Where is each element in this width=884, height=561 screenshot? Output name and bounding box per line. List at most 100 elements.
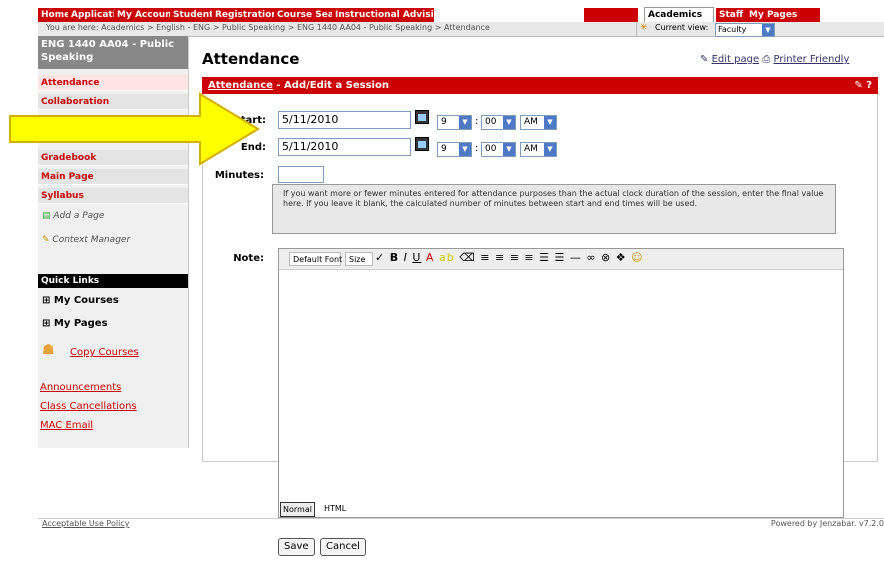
- normal-mode-tab[interactable]: Normal: [280, 502, 315, 517]
- horizontal-rule-icon[interactable]: —: [570, 251, 582, 264]
- course-title: ENG 1440 AA04 - Public Speaking: [38, 36, 188, 69]
- minutes-input[interactable]: [278, 166, 324, 183]
- copy-courses-link[interactable]: Copy Courses: [70, 347, 139, 358]
- ordered-list-icon[interactable]: ☰: [539, 251, 550, 264]
- align-center-icon[interactable]: ≡: [495, 251, 505, 264]
- tab-student[interactable]: Student: [170, 8, 214, 22]
- context-manager-label: Context Manager: [52, 235, 131, 245]
- tab-course-search[interactable]: Course Search: [274, 8, 334, 22]
- end-hour-select[interactable]: 9 ▼: [437, 142, 472, 157]
- chevron-down-icon: ▼: [503, 116, 515, 129]
- justify-icon[interactable]: ≡: [524, 251, 534, 264]
- note-label: Note:: [233, 253, 264, 264]
- expand-icon[interactable]: ⊞: [42, 295, 50, 306]
- edit-page-link[interactable]: Edit page: [712, 54, 760, 65]
- editor-toolbar: Default Font Size ✓ B I U A ab ⌫ ≡ ≡ ≡ ≡…: [279, 249, 843, 270]
- start-ampm-select[interactable]: AM ▼: [520, 115, 557, 130]
- size-select[interactable]: Size: [345, 252, 373, 266]
- quick-link-my-pages[interactable]: ⊞ My Pages: [42, 318, 108, 329]
- end-ampm-value: AM: [524, 144, 538, 154]
- save-button[interactable]: Save: [278, 538, 315, 556]
- unordered-list-icon[interactable]: ☰: [555, 251, 566, 264]
- tab-staff[interactable]: Staff: [716, 8, 748, 22]
- minutes-help-text: If you want more or fewer minutes entere…: [272, 184, 836, 234]
- tab-home[interactable]: Home: [38, 8, 70, 22]
- formatting-icons[interactable]: ✓ B I U A ab ⌫ ≡ ≡ ≡ ≡ ☰ ☰ — ∞ ⊗ ❖ ☺: [375, 251, 644, 264]
- start-date-input[interactable]: 5/11/2010: [278, 111, 411, 129]
- unlink-icon[interactable]: ⊗: [601, 251, 611, 264]
- font-select[interactable]: Default Font: [289, 252, 342, 266]
- current-view-select[interactable]: Faculty ▼: [715, 23, 775, 37]
- editor-mode-bar: Normal HTML: [278, 500, 398, 517]
- start-ampm-value: AM: [524, 117, 538, 127]
- align-left-icon[interactable]: ≡: [480, 251, 490, 264]
- cancel-button[interactable]: Cancel: [320, 538, 366, 556]
- end-minute-select[interactable]: 00 ▼: [481, 142, 516, 157]
- quick-link-label: My Courses: [53, 295, 119, 306]
- top-navigation: Home Applications My Account Info Studen…: [38, 0, 884, 22]
- link-icon[interactable]: ∞: [586, 251, 596, 264]
- quick-links-heading: Quick Links: [38, 274, 188, 288]
- powered-by-text: Powered by Jenzabar. v7.2.0: [770, 519, 884, 528]
- time-separator: :: [475, 116, 479, 127]
- chevron-down-icon: ▼: [459, 143, 471, 156]
- quick-link-my-courses[interactable]: ⊞ My Courses: [42, 295, 119, 306]
- announcements-link[interactable]: Announcements: [40, 382, 121, 393]
- image-icon[interactable]: ❖: [616, 251, 627, 264]
- arrow-shape: [9, 92, 260, 166]
- annotation-arrow-icon: [9, 92, 260, 166]
- section-header-title: - Add/Edit a Session: [272, 80, 389, 91]
- tab-registration[interactable]: Registration: [212, 8, 276, 22]
- eraser-icon[interactable]: ⌫: [459, 251, 476, 264]
- spellcheck-icon[interactable]: ✓: [375, 251, 385, 264]
- bold-icon[interactable]: B: [390, 251, 399, 264]
- sidebar-item-syllabus[interactable]: Syllabus: [38, 188, 188, 204]
- html-mode-tab[interactable]: HTML: [322, 502, 348, 515]
- context-manager-icon: ✎: [42, 235, 50, 245]
- mac-email-link[interactable]: MAC Email: [40, 420, 93, 431]
- italic-icon[interactable]: I: [404, 251, 408, 264]
- smiley-icon[interactable]: ☺: [631, 251, 643, 264]
- tab-academics[interactable]: Academics: [644, 7, 714, 22]
- end-date-input[interactable]: 5/11/2010: [278, 138, 411, 156]
- font-color-icon[interactable]: A: [426, 251, 435, 264]
- breadcrumb[interactable]: You are here: Academics > English - ENG …: [46, 23, 490, 32]
- highlight-icon[interactable]: ab: [439, 251, 455, 264]
- tab-applications[interactable]: Applications: [68, 8, 116, 22]
- tab-my-account-info[interactable]: My Account Info: [114, 8, 172, 22]
- chevron-down-icon: ▼: [544, 143, 556, 156]
- context-manager-tool[interactable]: ✎ Context Manager: [42, 235, 130, 245]
- class-cancellations-link[interactable]: Class Cancellations: [40, 401, 137, 412]
- end-ampm-select[interactable]: AM ▼: [520, 142, 557, 157]
- tab-blank[interactable]: [584, 8, 638, 22]
- calendar-icon[interactable]: [415, 110, 429, 124]
- end-minute-value: 00: [485, 144, 497, 154]
- current-view-value: Faculty: [718, 25, 747, 34]
- start-hour-select[interactable]: 9 ▼: [437, 115, 472, 130]
- current-view-label: Current view:: [655, 23, 709, 32]
- end-hour-value: 9: [441, 144, 447, 154]
- tab-my-pages[interactable]: My Pages: [746, 8, 820, 22]
- view-icon: ✳: [640, 23, 648, 33]
- start-minute-value: 00: [485, 117, 497, 127]
- time-separator: :: [475, 143, 479, 154]
- acceptable-use-policy-link[interactable]: Acceptable Use Policy: [42, 519, 129, 528]
- footer: Acceptable Use Policy Powered by Jenzaba…: [38, 518, 884, 531]
- chevron-down-icon: ▼: [503, 143, 515, 156]
- note-editor[interactable]: Default Font Size ✓ B I U A ab ⌫ ≡ ≡ ≡ ≡…: [278, 248, 844, 518]
- start-hour-value: 9: [441, 117, 447, 127]
- edit-page-icon: ✎: [700, 54, 709, 65]
- calendar-icon[interactable]: [415, 137, 429, 151]
- tab-instructional-advising[interactable]: Instructional Advising: [332, 8, 434, 22]
- page-title: Attendance: [202, 50, 300, 68]
- current-view-box: ✳ Current view: Faculty ▼: [636, 22, 884, 37]
- start-minute-select[interactable]: 00 ▼: [481, 115, 516, 130]
- add-page-tool[interactable]: ▤ Add a Page: [42, 211, 104, 221]
- printer-friendly-link[interactable]: Printer Friendly: [773, 54, 849, 65]
- section-header: Attendance - Add/Edit a Session ✎ ?: [202, 77, 878, 94]
- underline-icon[interactable]: U: [412, 251, 421, 264]
- quick-link-label: My Pages: [53, 318, 108, 329]
- expand-icon[interactable]: ⊞: [42, 318, 50, 329]
- align-right-icon[interactable]: ≡: [510, 251, 520, 264]
- help-icon[interactable]: ✎ ?: [854, 77, 872, 94]
